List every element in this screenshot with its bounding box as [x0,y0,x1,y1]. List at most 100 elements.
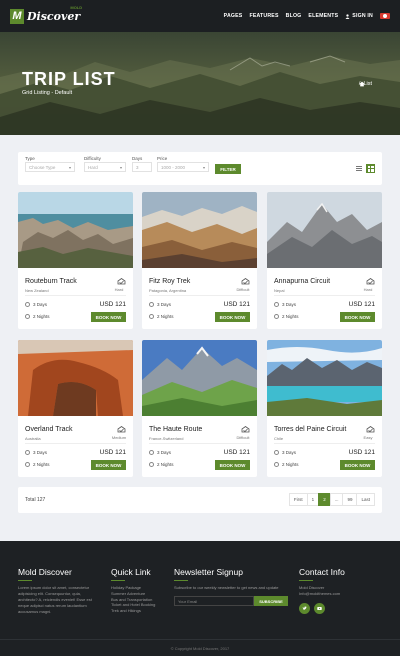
trip-location: Nepal [274,288,285,293]
filter-difficulty: Difficulty Hard ▾ [84,156,126,172]
trip-location: France-Switzerland [149,436,184,441]
logo-sup: MOLD [70,4,83,10]
copyright: © Copyright Mold Discover, 2017 [0,639,400,656]
footer-divider [18,580,32,581]
filter-difficulty-label: Difficulty [84,156,101,161]
nav-features[interactable]: FEATURES [249,13,278,19]
price-select[interactable]: 1000 - 2000 ▾ [157,162,209,172]
book-now-button[interactable]: BOOK NOW [215,460,250,470]
haute-route-photo[interactable] [142,340,257,416]
days-input[interactable]: 3 [132,162,152,172]
filter-button[interactable]: FILTER [215,164,241,174]
trip-location: Patagonia, Argentina [149,288,187,293]
trip-name[interactable]: Overland Track [25,426,72,433]
trip-days: 3 Days [274,302,296,307]
language-flag-icon[interactable] [380,13,390,19]
trip-card[interactable]: Fitz Roy Trek Patagonia, Argentina Difficu… [142,192,257,329]
difficulty-select[interactable]: Hard ▾ [84,162,126,172]
footer-divider [111,580,125,581]
trip-name[interactable]: Routeburn Track [25,278,77,285]
trip-name[interactable]: Fitz Roy Trek [149,278,190,285]
nav-menu: PAGES FEATURES BLOG ELEMENTS SIGN IN [224,13,390,19]
logo-name: Discover [27,9,81,23]
trip-price: USD 121 [99,301,126,308]
chevron-down-icon: ▾ [119,165,122,170]
trip-difficulty: Hard [363,287,373,292]
book-now-button[interactable]: BOOK NOW [91,312,126,322]
filter-price-label: Price [157,156,168,161]
trip-location: New Zealand [25,288,49,293]
trip-price: USD 121 [348,301,375,308]
days-input-value: 3 [136,165,139,170]
twitter-icon[interactable] [299,602,310,614]
page-ellipsis: ... [329,493,344,506]
sign-in-link[interactable]: SIGN IN [345,13,373,19]
nav-elements[interactable]: ELEMENTS [308,13,338,19]
sign-in-label: SIGN IN [352,13,373,19]
trip-nights-label: 2 Nights [157,314,174,319]
newsletter-email-input[interactable]: Your Email [174,596,254,606]
trip-name[interactable]: Annapurna Circuit [274,278,330,285]
price-select-value: 1000 - 2000 [161,165,186,170]
footer-about-title: Mold Discover [18,567,72,577]
nav-pages[interactable]: PAGES [224,13,243,19]
nav-blog[interactable]: BLOG [286,13,302,19]
trip-nights-label: 2 Nights [282,462,299,467]
breadcrumb: / List [359,81,372,87]
contact-email[interactable]: Info@moldthemes.com [299,591,379,597]
difficulty-icon [241,278,250,285]
user-icon [345,13,350,19]
logo-mark: M [10,8,24,24]
filter-type-label: Type [25,156,35,161]
page-first[interactable]: First [288,493,308,506]
youtube-icon[interactable] [314,602,325,614]
moon-icon [25,462,30,467]
fitz-roy-photo[interactable] [142,192,257,268]
footer-newsletter: Newsletter Signup Subscribe to our weekl… [174,567,294,606]
logo[interactable]: M Discover MOLD [10,5,82,24]
card-divider [274,295,375,296]
trip-days-label: 3 Days [157,450,172,455]
trip-days-label: 3 Days [282,450,297,455]
trip-nights: 2 Nights [25,314,50,319]
footer-link[interactable]: Trek and Hikings [111,608,171,614]
trip-card[interactable]: Torres del Paine Circuit Chile Easy 3 Days 2… [267,340,382,477]
footer-about: Mold Discover Lorem ipsum dolor sit amet… [18,567,98,615]
trip-days: 3 Days [25,302,47,307]
trip-name[interactable]: The Haute Route [149,426,202,433]
trip-price: USD 121 [99,449,126,456]
trip-card[interactable]: Routeburn Track New Zealand Hard 3 Days 2 Ni… [18,192,133,329]
overland-photo[interactable] [18,340,133,416]
page-99[interactable]: 99 [342,493,358,506]
trip-card[interactable]: The Haute Route France-Switzerland Difficu… [142,340,257,477]
trip-days: 3 Days [149,302,171,307]
trip-nights: 2 Nights [25,462,50,467]
annapurna-photo[interactable] [267,192,382,268]
pagination: First 1 2 ... 99 Last [288,493,375,506]
book-now-button[interactable]: BOOK NOW [215,312,250,322]
clock-icon [274,450,279,455]
grid-view-icon[interactable] [366,164,375,173]
type-select[interactable]: Choose Type ▾ [25,162,75,172]
difficulty-select-value: Hard [88,165,98,170]
trip-days: 3 Days [25,450,47,455]
book-now-button[interactable]: BOOK NOW [91,460,126,470]
book-now-button[interactable]: BOOK NOW [340,460,375,470]
trip-card[interactable]: Annapurna Circuit Nepal Hard 3 Days 2 Nights… [267,192,382,329]
subscribe-button[interactable]: SUBSCRIBE [254,596,288,606]
home-icon[interactable] [359,81,365,87]
trip-name[interactable]: Torres del Paine Circuit [274,426,346,433]
torres-del-paine-photo[interactable] [267,340,382,416]
trip-card[interactable]: Overland Track Australia Medium 3 Days 2 Nig… [18,340,133,477]
footer-divider [174,580,188,581]
list-view-icon[interactable] [354,164,363,173]
page-last[interactable]: Last [356,493,375,506]
clock-icon [149,302,154,307]
trip-days-label: 3 Days [157,302,172,307]
footer-contact-title: Contact Info [299,567,345,577]
routeburn-photo[interactable] [18,192,133,268]
card-divider [149,295,250,296]
book-now-button[interactable]: BOOK NOW [340,312,375,322]
trip-difficulty: Medium [111,435,127,440]
chevron-down-icon: ▾ [202,165,205,170]
